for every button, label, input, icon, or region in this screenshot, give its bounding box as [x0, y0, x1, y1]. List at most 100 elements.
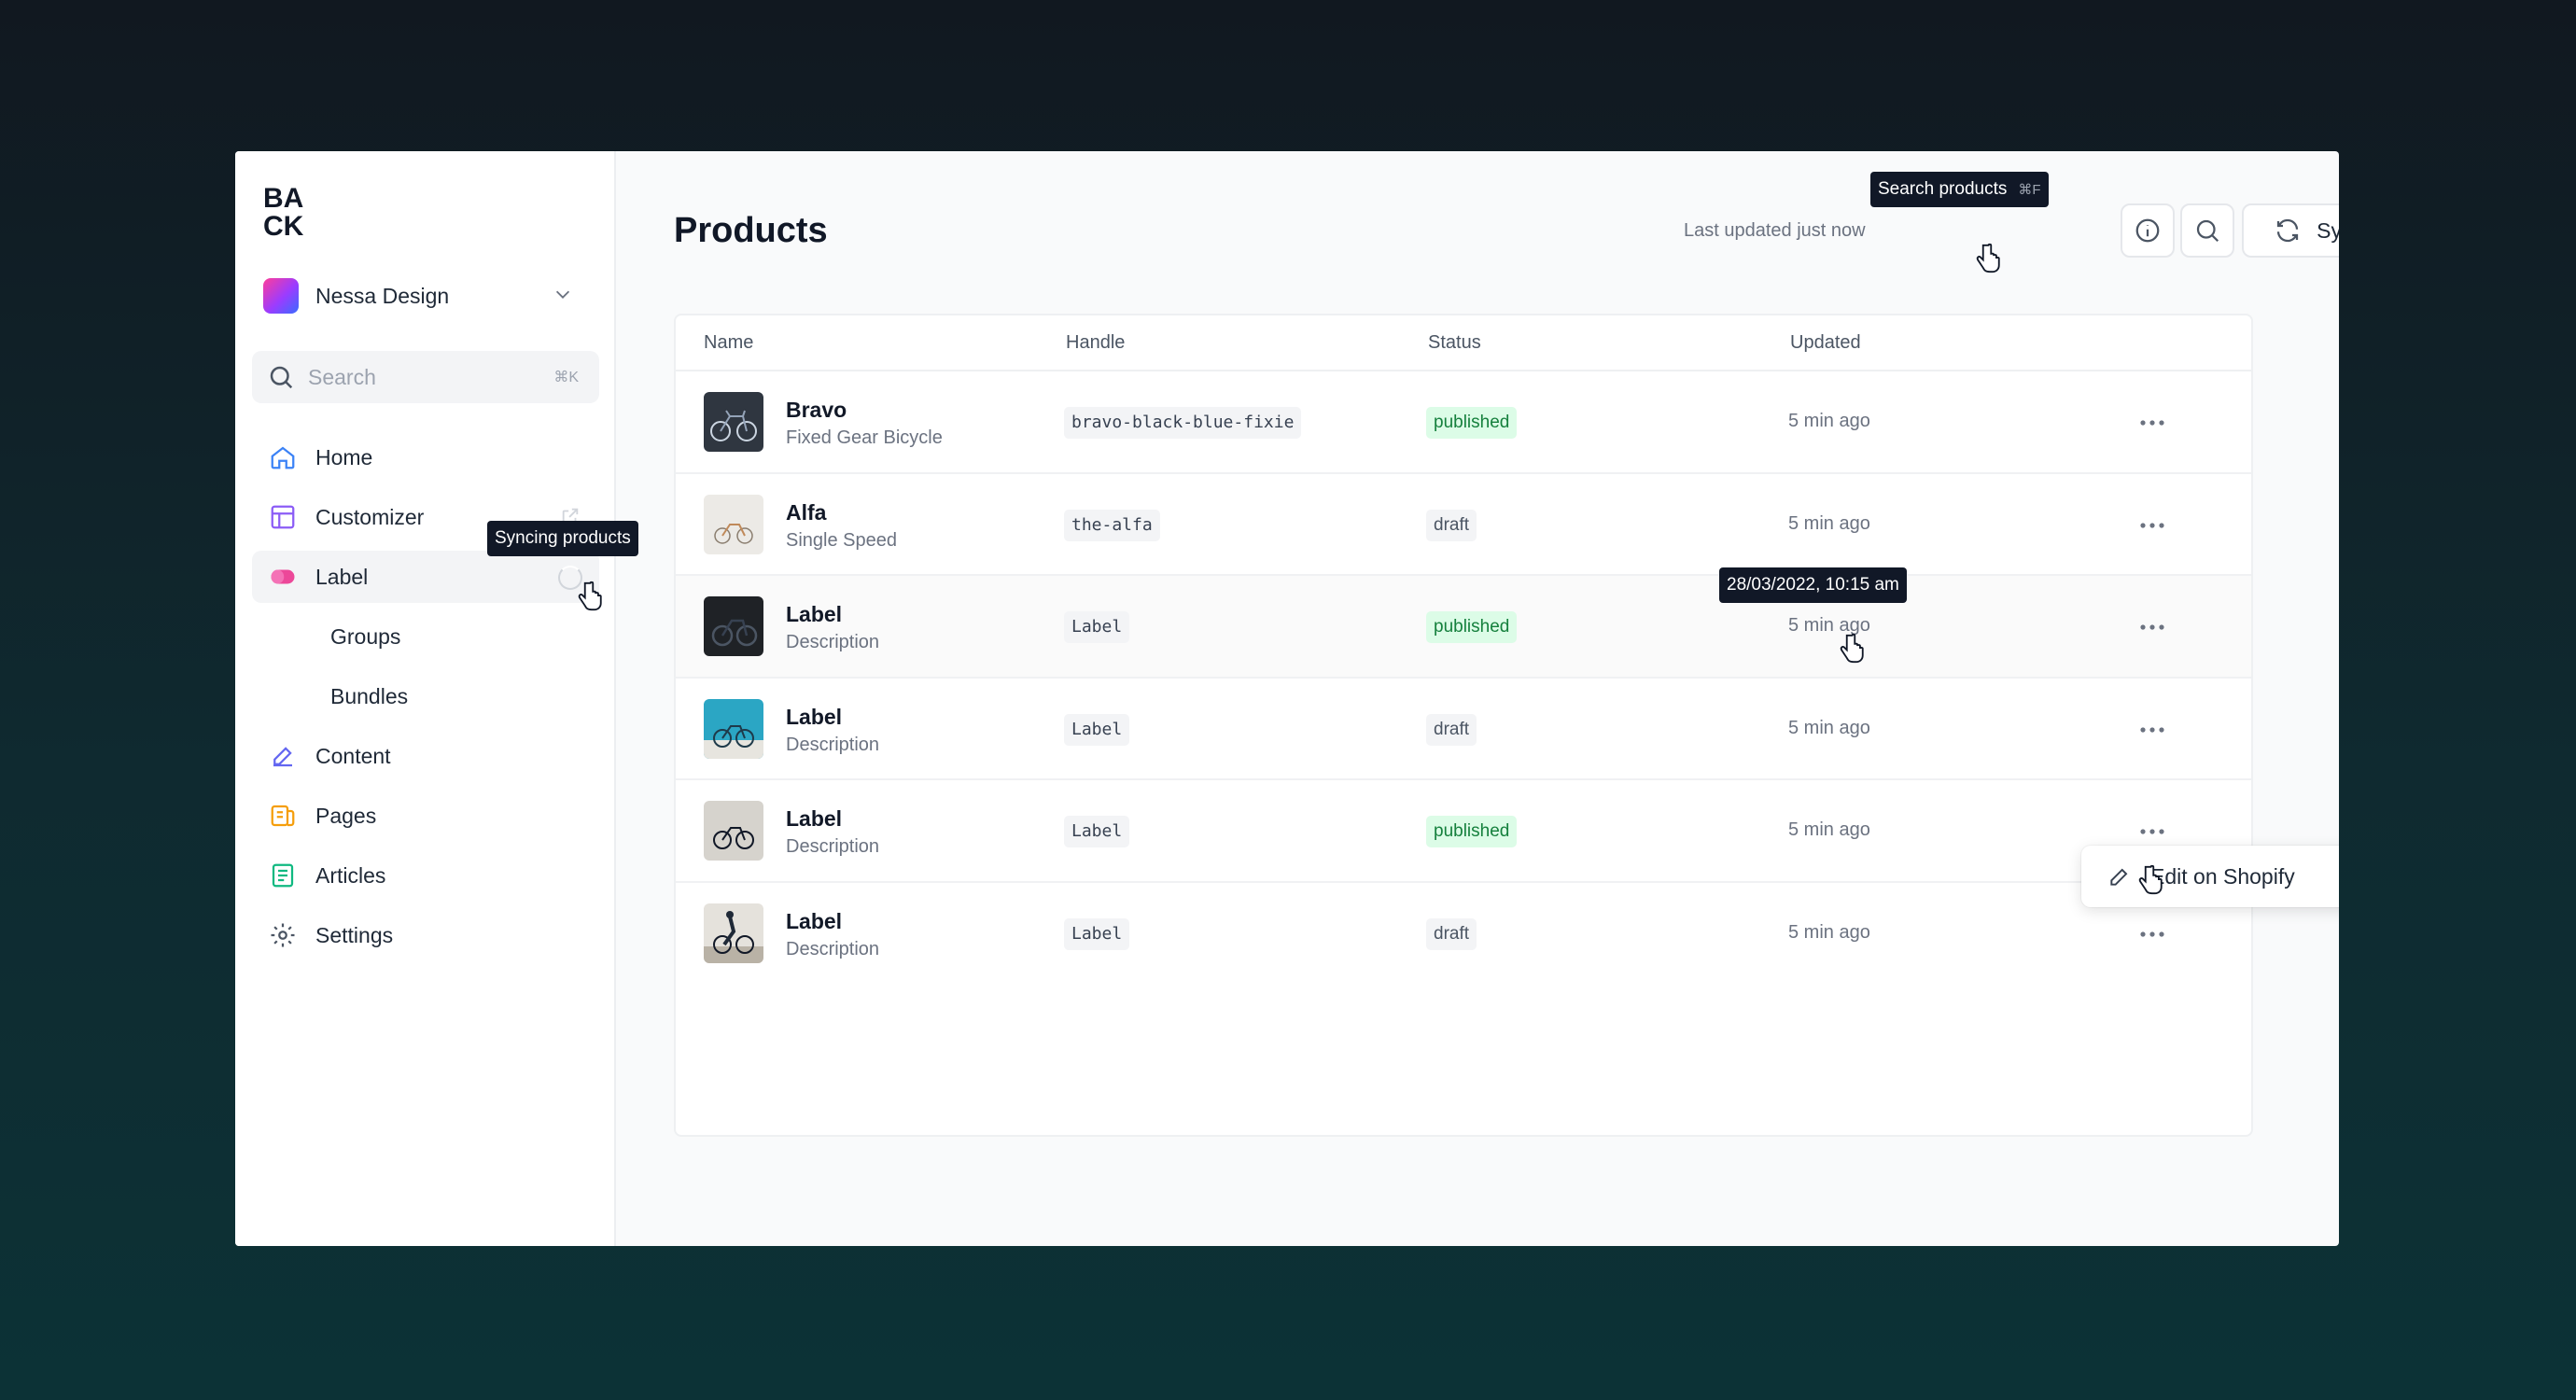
more-actions-button[interactable]: [2134, 920, 2171, 948]
sidebar-item-label: Groups: [330, 623, 401, 649]
product-name[interactable]: Label: [786, 705, 842, 730]
column-header-status[interactable]: Status: [1428, 332, 1481, 354]
product-name[interactable]: Label: [786, 909, 842, 934]
product-name[interactable]: Label: [786, 806, 842, 832]
sync-products-button[interactable]: Sync products: [2242, 203, 2339, 258]
more-actions-button[interactable]: [2134, 716, 2171, 744]
product-thumbnail: [704, 392, 763, 452]
product-description: Description: [786, 836, 880, 857]
hand-cursor-icon: [578, 581, 602, 611]
table-header: Name Handle Status Updated: [676, 315, 2251, 371]
sidebar-item-label: Settings: [315, 922, 394, 947]
sidebar-item-groups[interactable]: Groups: [252, 610, 599, 663]
updated-time: 5 min ago: [1788, 717, 1870, 738]
product-name[interactable]: Label: [786, 602, 842, 627]
workspace-name: Nessa Design: [315, 283, 450, 308]
status-badge: draft: [1426, 713, 1477, 746]
more-actions-button[interactable]: [2134, 818, 2171, 846]
search-icon: [270, 366, 293, 389]
more-actions-button[interactable]: [2134, 613, 2171, 641]
column-header-handle[interactable]: Handle: [1066, 332, 1125, 354]
more-horizontal-icon: [2140, 624, 2164, 630]
sidebar-item-label: Label: [315, 564, 369, 589]
last-updated-text: Last updated just now: [1684, 220, 1866, 241]
product-description: Description: [786, 938, 880, 959]
sync-products-label: Sync products: [2317, 217, 2339, 243]
main-content: Products Last updated just now Sync prod…: [616, 151, 2339, 1246]
syncing-products-tooltip: Syncing products: [487, 521, 638, 556]
refresh-icon: [2277, 218, 2299, 243]
articles-icon: [269, 861, 297, 889]
updated-time: 5 min ago: [1788, 819, 1870, 840]
updated-time: 5 min ago: [1788, 512, 1870, 534]
product-handle: Label: [1064, 816, 1130, 847]
brand-logo[interactable]: BA CK: [263, 183, 312, 237]
search-products-tooltip: Search products ⌘F: [1870, 172, 2049, 207]
more-actions-button[interactable]: [2134, 409, 2171, 437]
home-icon: [269, 443, 297, 471]
sidebar-item-label: Content: [315, 743, 391, 768]
sidebar-item-pages[interactable]: Pages: [252, 790, 599, 842]
search-icon: [2196, 219, 2219, 243]
pencil-icon: [2110, 868, 2128, 886]
product-thumbnail: [704, 596, 763, 656]
table-row[interactable]: Label Description Label published 5 min …: [676, 576, 2251, 679]
column-header-updated[interactable]: Updated: [1790, 332, 1861, 354]
updated-date-tooltip: 28/03/2022, 10:15 am: [1719, 567, 1907, 603]
more-horizontal-icon: [2140, 522, 2164, 528]
product-name[interactable]: Bravo: [786, 398, 847, 423]
product-handle: bravo-black-blue-fixie: [1064, 407, 1302, 439]
products-table: Name Handle Status Updated Bravo Fixed G…: [674, 314, 2253, 1137]
sidebar-item-label: Customizer: [315, 504, 425, 529]
product-thumbnail: [704, 801, 763, 861]
tooltip-label: Search products: [1878, 179, 2008, 199]
sidebar-item-articles[interactable]: Articles: [252, 849, 599, 902]
product-name[interactable]: Alfa: [786, 500, 826, 525]
search-shortcut: ⌘K: [553, 370, 579, 385]
product-thumbnail: [704, 698, 763, 759]
table-row[interactable]: Label Description Label draft 5 min ago: [676, 883, 2251, 986]
page-title: Products: [674, 211, 828, 250]
sidebar-item-content[interactable]: Content: [252, 730, 599, 782]
workspace-avatar: [263, 278, 299, 314]
product-description: Description: [786, 632, 880, 652]
tooltip-shortcut: ⌘F: [2018, 182, 2041, 198]
search-products-button[interactable]: [2180, 203, 2234, 258]
product-description: Fixed Gear Bicycle: [786, 427, 943, 448]
sidebar-item-label: Pages: [315, 803, 377, 828]
more-horizontal-icon: [2140, 829, 2164, 834]
menu-item-edit-on-shopify[interactable]: Edit on Shopify: [2150, 864, 2295, 889]
sidebar-item-home[interactable]: Home: [252, 431, 599, 483]
table-row[interactable]: Alfa Single Speed the-alfa draft 5 min a…: [676, 474, 2251, 576]
table-row[interactable]: Bravo Fixed Gear Bicycle bravo-black-blu…: [676, 371, 2251, 474]
info-button[interactable]: [2121, 203, 2175, 258]
svg-text:CK: CK: [263, 211, 304, 237]
sidebar-item-bundles[interactable]: Bundles: [252, 670, 599, 722]
layout-icon: [269, 503, 297, 531]
sidebar-item-label: Bundles: [330, 683, 409, 708]
table-row[interactable]: Label Description Label draft 5 min ago: [676, 679, 2251, 780]
search-input[interactable]: Search ⌘K: [252, 351, 599, 403]
hand-cursor-icon: [1976, 243, 2000, 273]
product-description: Description: [786, 734, 880, 755]
sidebar-item-settings[interactable]: Settings: [252, 909, 599, 961]
workspace-switcher[interactable]: Nessa Design: [263, 274, 588, 317]
row-context-menu: Edit on Shopify: [2081, 846, 2339, 907]
pencil-icon: [269, 742, 297, 770]
more-horizontal-icon: [2140, 931, 2164, 937]
more-horizontal-icon: [2140, 420, 2164, 426]
product-thumbnail: [704, 494, 763, 554]
sidebar: BA CK Nessa Design Search ⌘K Home Custom…: [235, 151, 616, 1246]
column-header-name[interactable]: Name: [704, 332, 753, 354]
more-actions-button[interactable]: [2134, 511, 2171, 539]
chevron-down-icon: [555, 290, 570, 299]
table-row[interactable]: Label Description Label published 5 min …: [676, 780, 2251, 883]
hand-cursor-icon: [1840, 633, 1864, 664]
product-handle: Label: [1064, 611, 1130, 643]
info-icon: [2135, 218, 2160, 243]
pages-icon: [269, 802, 297, 830]
gear-icon: [269, 921, 297, 949]
product-handle: the-alfa: [1064, 509, 1160, 541]
product-description: Single Speed: [786, 529, 897, 551]
sidebar-item-label-active[interactable]: Label: [252, 551, 599, 603]
